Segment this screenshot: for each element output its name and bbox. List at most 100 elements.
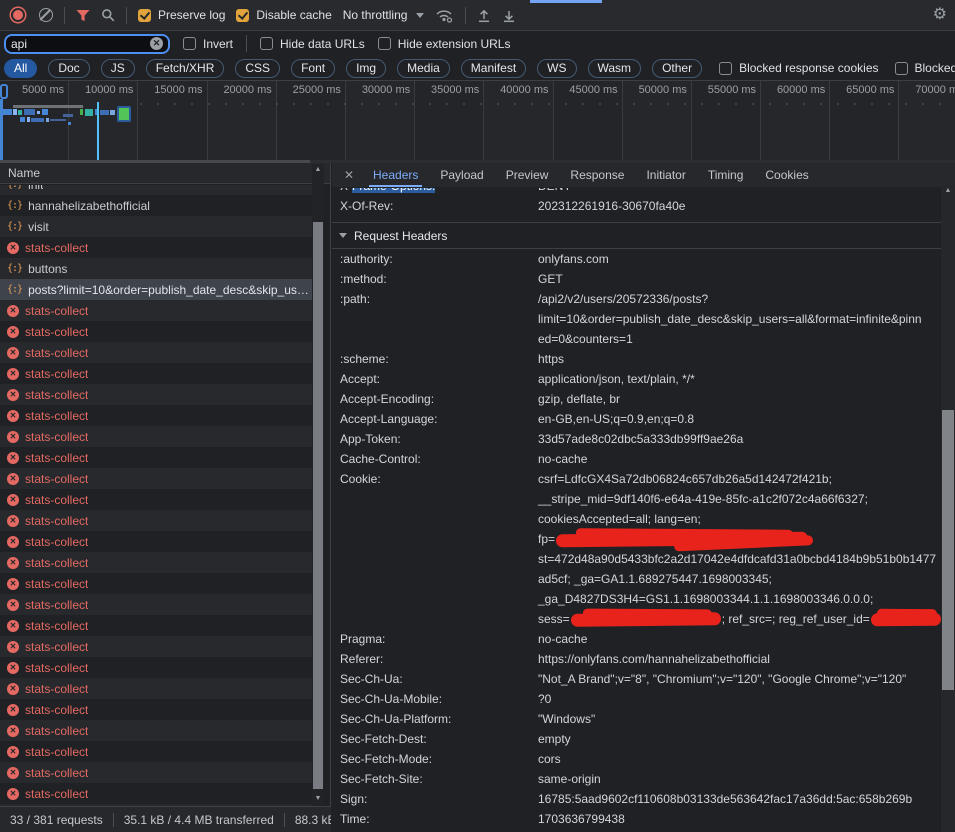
section-header-request-headers[interactable]: Request Headers [332, 222, 941, 249]
header-row: Sec-Ch-Ua:"Not_A Brand";v="8", "Chromium… [332, 669, 941, 689]
checkbox-hide-extension-urls[interactable]: Hide extension URLs [378, 37, 511, 51]
request-failed-icon: ✕ [7, 305, 19, 317]
clear-filter-icon[interactable]: ✕ [150, 37, 163, 50]
tab-initiator[interactable]: Initiator [635, 163, 696, 187]
network-conditions-icon[interactable] [435, 8, 454, 23]
network-main-area: Name {:}init{:}hannahelizabethofficial{:… [0, 163, 955, 832]
request-row[interactable]: {:}buttons [0, 258, 314, 279]
overview-selection-handle-line[interactable] [0, 99, 3, 160]
throttling-dropdown[interactable]: No throttling [343, 8, 425, 22]
request-row[interactable]: ✕stats-collect [0, 615, 314, 636]
request-list-scrollbar[interactable]: ▲ ▼ [312, 164, 324, 805]
close-details-icon[interactable]: ✕ [336, 163, 362, 187]
request-row[interactable]: ✕stats-collect [0, 321, 314, 342]
scrollbar-thumb[interactable] [313, 222, 323, 789]
scrollbar-down-arrow-icon[interactable]: ▼ [312, 793, 324, 805]
filter-pill-all[interactable]: All [4, 59, 37, 78]
request-row[interactable]: ✕stats-collect [0, 510, 314, 531]
request-row[interactable]: ✕stats-collect [0, 447, 314, 468]
name-column-header[interactable]: Name [0, 163, 330, 184]
import-har-icon[interactable] [477, 8, 491, 23]
header-value: no-cache [538, 629, 941, 649]
request-row[interactable]: ✕stats-collect [0, 573, 314, 594]
filter-pill-js[interactable]: JS [101, 59, 135, 78]
filter-pill-font[interactable]: Font [291, 59, 335, 78]
header-row: Sec-Fetch-Site:same-origin [332, 769, 941, 789]
request-row[interactable]: ✕stats-collect [0, 384, 314, 405]
export-har-icon[interactable] [502, 8, 516, 23]
tab-timing[interactable]: Timing [697, 163, 755, 187]
tab-headers[interactable]: Headers [362, 163, 429, 187]
tab-payload[interactable]: Payload [429, 163, 494, 187]
filter-pill-media[interactable]: Media [397, 59, 450, 78]
header-value-line: no-cache [538, 629, 941, 649]
request-row[interactable]: {:}posts?limit=10&order=publish_date_des… [0, 279, 314, 300]
checkbox-invert[interactable]: Invert [183, 37, 233, 51]
scrollbar-up-arrow-icon[interactable]: ▲ [941, 185, 955, 197]
invert-label: Invert [203, 37, 233, 51]
request-row[interactable]: ✕stats-collect [0, 300, 314, 321]
filter-pill-ws[interactable]: WS [537, 59, 576, 78]
filter-input[interactable]: api ✕ [4, 34, 170, 54]
overview-scrollbar-thumb[interactable] [0, 160, 310, 163]
details-scrollbar[interactable]: ▲ [941, 185, 955, 832]
checkbox-disable-cache[interactable]: Disable cache [236, 8, 331, 22]
request-row[interactable]: ✕stats-collect [0, 720, 314, 741]
filter-pill-img[interactable]: Img [346, 59, 386, 78]
header-name: :path: [340, 289, 538, 349]
filter-pill-other[interactable]: Other [652, 59, 702, 78]
request-row[interactable]: ✕stats-collect [0, 426, 314, 447]
request-row[interactable]: {:}init [0, 185, 314, 195]
search-icon[interactable] [101, 8, 115, 22]
filter-pill-manifest[interactable]: Manifest [461, 59, 526, 78]
request-row[interactable]: ✕stats-collect [0, 741, 314, 762]
request-row[interactable]: ✕stats-collect [0, 531, 314, 552]
filter-icon[interactable] [76, 9, 90, 22]
tab-preview[interactable]: Preview [495, 163, 560, 187]
record-network-log-icon[interactable] [13, 10, 23, 20]
request-row[interactable]: ✕stats-collect [0, 489, 314, 510]
request-row[interactable]: ✕stats-collect [0, 405, 314, 426]
tab-cookies[interactable]: Cookies [754, 163, 819, 187]
overview-selection-handle[interactable] [0, 84, 8, 99]
overview-horizontal-scrollbar[interactable] [0, 160, 955, 163]
network-overview-timeline[interactable]: 5000 ms10000 ms15000 ms20000 ms25000 ms3… [0, 81, 955, 160]
request-failed-icon: ✕ [7, 242, 19, 254]
request-row[interactable]: ✕stats-collect [0, 636, 314, 657]
header-value: empty [538, 729, 941, 749]
checkbox-hide-data-urls[interactable]: Hide data URLs [260, 37, 365, 51]
request-row[interactable]: ✕stats-collect [0, 678, 314, 699]
filter-pill-fetch-xhr[interactable]: Fetch/XHR [146, 59, 225, 78]
clear-network-log-icon[interactable] [39, 8, 53, 22]
waterfall-bar [13, 105, 83, 108]
checkbox-blocked-requests[interactable]: Blocked requests [895, 61, 955, 75]
checkbox-blocked-response-cookies[interactable]: Blocked response cookies [719, 61, 878, 75]
resources-size: 88.3 kB [295, 813, 331, 827]
request-row[interactable]: ✕stats-collect [0, 237, 314, 258]
filter-pill-css[interactable]: CSS [235, 59, 280, 78]
header-value-line: 202312261916-30670fa40e [538, 196, 941, 216]
filter-pill-wasm[interactable]: Wasm [588, 59, 642, 78]
checkbox-preserve-log[interactable]: Preserve log [138, 8, 225, 22]
scrollbar-up-arrow-icon[interactable]: ▲ [312, 164, 324, 176]
request-row[interactable]: ✕stats-collect [0, 363, 314, 384]
request-row[interactable]: ✕stats-collect [0, 594, 314, 615]
request-list: {:}init{:}hannahelizabethofficial{:}visi… [0, 185, 314, 806]
request-failed-icon: ✕ [7, 494, 19, 506]
request-row[interactable]: ✕stats-collect [0, 699, 314, 720]
request-row[interactable]: ✕stats-collect [0, 342, 314, 363]
settings-gear-icon[interactable]: ⚙ [933, 7, 947, 23]
request-failed-icon: ✕ [7, 536, 19, 548]
request-row[interactable]: ✕stats-collect [0, 468, 314, 489]
request-row[interactable]: {:}visit [0, 216, 314, 237]
tab-response[interactable]: Response [559, 163, 635, 187]
request-row[interactable]: ✕stats-collect [0, 762, 314, 783]
filter-pill-doc[interactable]: Doc [48, 59, 89, 78]
request-row[interactable]: ✕stats-collect [0, 657, 314, 678]
request-failed-icon: ✕ [7, 578, 19, 590]
scrollbar-thumb[interactable] [942, 410, 954, 690]
cookie-text: ; ref_src=; reg_ref_user_id= [722, 612, 870, 626]
request-row[interactable]: ✕stats-collect [0, 552, 314, 573]
request-row[interactable]: {:}hannahelizabethofficial [0, 195, 314, 216]
request-row[interactable]: ✕stats-collect [0, 783, 314, 804]
